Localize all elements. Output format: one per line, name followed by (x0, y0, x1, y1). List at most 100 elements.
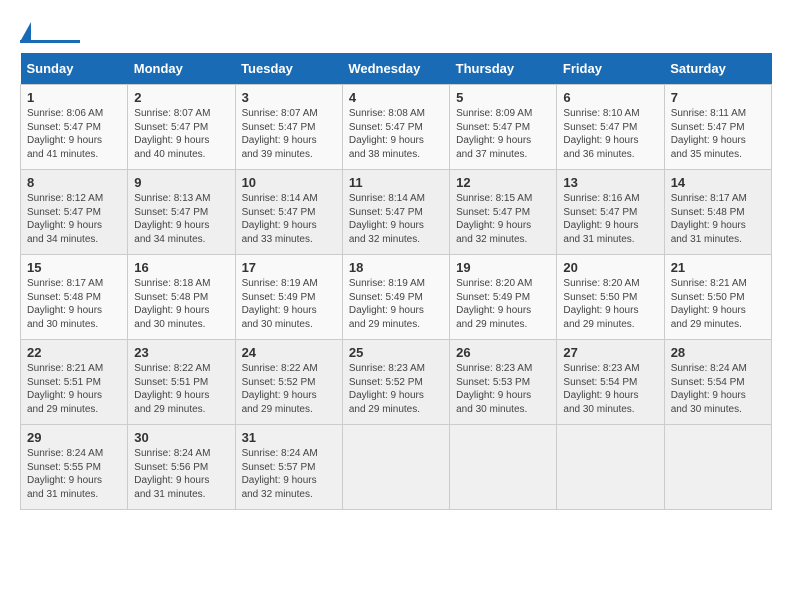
day-number: 4 (349, 90, 443, 105)
day-info: Sunrise: 8:15 AM Sunset: 5:47 PM Dayligh… (456, 192, 550, 246)
day-number: 25 (349, 345, 443, 360)
calendar-cell: 9 Sunrise: 8:13 AM Sunset: 5:47 PM Daylig… (128, 170, 235, 255)
day-info: Sunrise: 8:14 AM Sunset: 5:47 PM Dayligh… (242, 192, 336, 246)
day-number: 20 (563, 260, 657, 275)
calendar-week-2: 8Sunrise: 8:12 AM Sunset: 5:47 PM Daylig… (21, 170, 772, 255)
day-info: Sunrise: 8:10 AM Sunset: 5:47 PM Dayligh… (563, 107, 657, 161)
day-info: Sunrise: 8:24 AM Sunset: 5:55 PM Dayligh… (27, 447, 121, 501)
calendar-cell: 28 Sunrise: 8:24 AM Sunset: 5:54 PM Dayli… (664, 340, 771, 425)
day-info: Sunrise: 8:22 AM Sunset: 5:51 PM Dayligh… (134, 362, 228, 416)
weekday-header-tuesday: Tuesday (235, 53, 342, 85)
day-number: 11 (349, 175, 443, 190)
day-info: Sunrise: 8:21 AM Sunset: 5:50 PM Dayligh… (671, 277, 765, 331)
weekday-header-monday: Monday (128, 53, 235, 85)
day-info: Sunrise: 8:24 AM Sunset: 5:56 PM Dayligh… (134, 447, 228, 501)
day-number: 12 (456, 175, 550, 190)
weekday-header-saturday: Saturday (664, 53, 771, 85)
day-number: 28 (671, 345, 765, 360)
logo (20, 20, 80, 43)
day-info: Sunrise: 8:17 AM Sunset: 5:48 PM Dayligh… (27, 277, 121, 331)
day-number: 21 (671, 260, 765, 275)
day-number: 29 (27, 430, 121, 445)
calendar-cell: 1 Sunrise: 8:06 AM Sunset: 5:47 PM Daylig… (21, 85, 128, 170)
calendar-week-5: 29 Sunrise: 8:24 AM Sunset: 5:55 PM Dayli… (21, 425, 772, 510)
day-number: 13 (563, 175, 657, 190)
day-info: Sunrise: 8:07 AM Sunset: 5:47 PM Dayligh… (242, 107, 336, 161)
calendar-cell: 16 Sunrise: 8:18 AM Sunset: 5:48 PM Dayli… (128, 255, 235, 340)
day-number: 9 (134, 175, 228, 190)
day-info: Sunrise: 8:14 AM Sunset: 5:47 PM Dayligh… (349, 192, 443, 246)
calendar-cell: 11 Sunrise: 8:14 AM Sunset: 5:47 PM Dayli… (342, 170, 449, 255)
calendar-cell: 4 Sunrise: 8:08 AM Sunset: 5:47 PM Daylig… (342, 85, 449, 170)
day-info: Sunrise: 8:20 AM Sunset: 5:50 PM Dayligh… (563, 277, 657, 331)
day-info: Sunrise: 8:18 AM Sunset: 5:48 PM Dayligh… (134, 277, 228, 331)
day-info: Sunrise: 8:19 AM Sunset: 5:49 PM Dayligh… (242, 277, 336, 331)
day-info: Sunrise: 8:23 AM Sunset: 5:52 PM Dayligh… (349, 362, 443, 416)
day-number: 19 (456, 260, 550, 275)
calendar-header: SundayMondayTuesdayWednesdayThursdayFrid… (21, 53, 772, 85)
day-number: 1 (27, 90, 121, 105)
day-number: 18 (349, 260, 443, 275)
calendar-table: SundayMondayTuesdayWednesdayThursdayFrid… (20, 53, 772, 510)
calendar-cell: 21 Sunrise: 8:21 AM Sunset: 5:50 PM Dayli… (664, 255, 771, 340)
calendar-week-1: 1 Sunrise: 8:06 AM Sunset: 5:47 PM Daylig… (21, 85, 772, 170)
day-info: Sunrise: 8:08 AM Sunset: 5:47 PM Dayligh… (349, 107, 443, 161)
calendar-cell: 2Sunrise: 8:07 AM Sunset: 5:47 PM Daylig… (128, 85, 235, 170)
calendar-cell: 14Sunrise: 8:17 AM Sunset: 5:48 PM Dayli… (664, 170, 771, 255)
calendar-cell: 24 Sunrise: 8:22 AM Sunset: 5:52 PM Dayli… (235, 340, 342, 425)
weekday-header-thursday: Thursday (450, 53, 557, 85)
calendar-cell: 23 Sunrise: 8:22 AM Sunset: 5:51 PM Dayli… (128, 340, 235, 425)
calendar-cell: 31 Sunrise: 8:24 AM Sunset: 5:57 PM Dayli… (235, 425, 342, 510)
day-info: Sunrise: 8:07 AM Sunset: 5:47 PM Dayligh… (134, 107, 228, 161)
day-info: Sunrise: 8:24 AM Sunset: 5:54 PM Dayligh… (671, 362, 765, 416)
calendar-cell: 12 Sunrise: 8:15 AM Sunset: 5:47 PM Dayli… (450, 170, 557, 255)
calendar-cell (342, 425, 449, 510)
calendar-cell: 8Sunrise: 8:12 AM Sunset: 5:47 PM Daylig… (21, 170, 128, 255)
day-number: 5 (456, 90, 550, 105)
calendar-cell: 3 Sunrise: 8:07 AM Sunset: 5:47 PM Daylig… (235, 85, 342, 170)
day-info: Sunrise: 8:20 AM Sunset: 5:49 PM Dayligh… (456, 277, 550, 331)
day-info: Sunrise: 8:13 AM Sunset: 5:47 PM Dayligh… (134, 192, 228, 246)
day-info: Sunrise: 8:09 AM Sunset: 5:47 PM Dayligh… (456, 107, 550, 161)
calendar-cell: 7Sunrise: 8:11 AM Sunset: 5:47 PM Daylig… (664, 85, 771, 170)
calendar-cell: 6Sunrise: 8:10 AM Sunset: 5:47 PM Daylig… (557, 85, 664, 170)
weekday-header-friday: Friday (557, 53, 664, 85)
day-info: Sunrise: 8:12 AM Sunset: 5:47 PM Dayligh… (27, 192, 121, 246)
calendar-cell (450, 425, 557, 510)
day-number: 16 (134, 260, 228, 275)
weekday-header-row: SundayMondayTuesdayWednesdayThursdayFrid… (21, 53, 772, 85)
day-number: 7 (671, 90, 765, 105)
logo-line (20, 40, 80, 43)
calendar-cell: 17 Sunrise: 8:19 AM Sunset: 5:49 PM Dayli… (235, 255, 342, 340)
weekday-header-wednesday: Wednesday (342, 53, 449, 85)
day-number: 31 (242, 430, 336, 445)
day-number: 23 (134, 345, 228, 360)
calendar-body: 1 Sunrise: 8:06 AM Sunset: 5:47 PM Daylig… (21, 85, 772, 510)
day-info: Sunrise: 8:22 AM Sunset: 5:52 PM Dayligh… (242, 362, 336, 416)
calendar-cell: 5 Sunrise: 8:09 AM Sunset: 5:47 PM Daylig… (450, 85, 557, 170)
day-number: 27 (563, 345, 657, 360)
weekday-header-sunday: Sunday (21, 53, 128, 85)
day-info: Sunrise: 8:06 AM Sunset: 5:47 PM Dayligh… (27, 107, 121, 161)
calendar-cell: 19 Sunrise: 8:20 AM Sunset: 5:49 PM Dayli… (450, 255, 557, 340)
calendar-cell: 27Sunrise: 8:23 AM Sunset: 5:54 PM Dayli… (557, 340, 664, 425)
calendar-cell: 15Sunrise: 8:17 AM Sunset: 5:48 PM Dayli… (21, 255, 128, 340)
day-info: Sunrise: 8:21 AM Sunset: 5:51 PM Dayligh… (27, 362, 121, 416)
day-number: 22 (27, 345, 121, 360)
calendar-cell: 10Sunrise: 8:14 AM Sunset: 5:47 PM Dayli… (235, 170, 342, 255)
day-number: 17 (242, 260, 336, 275)
calendar-cell: 30 Sunrise: 8:24 AM Sunset: 5:56 PM Dayli… (128, 425, 235, 510)
day-number: 14 (671, 175, 765, 190)
day-info: Sunrise: 8:16 AM Sunset: 5:47 PM Dayligh… (563, 192, 657, 246)
day-number: 3 (242, 90, 336, 105)
calendar-cell: 25 Sunrise: 8:23 AM Sunset: 5:52 PM Dayli… (342, 340, 449, 425)
day-info: Sunrise: 8:24 AM Sunset: 5:57 PM Dayligh… (242, 447, 336, 501)
calendar-cell: 29 Sunrise: 8:24 AM Sunset: 5:55 PM Dayli… (21, 425, 128, 510)
day-number: 30 (134, 430, 228, 445)
logo-text (20, 20, 31, 42)
day-number: 24 (242, 345, 336, 360)
calendar-week-3: 15Sunrise: 8:17 AM Sunset: 5:48 PM Dayli… (21, 255, 772, 340)
calendar-cell: 18Sunrise: 8:19 AM Sunset: 5:49 PM Dayli… (342, 255, 449, 340)
day-number: 26 (456, 345, 550, 360)
calendar-cell: 20 Sunrise: 8:20 AM Sunset: 5:50 PM Dayli… (557, 255, 664, 340)
